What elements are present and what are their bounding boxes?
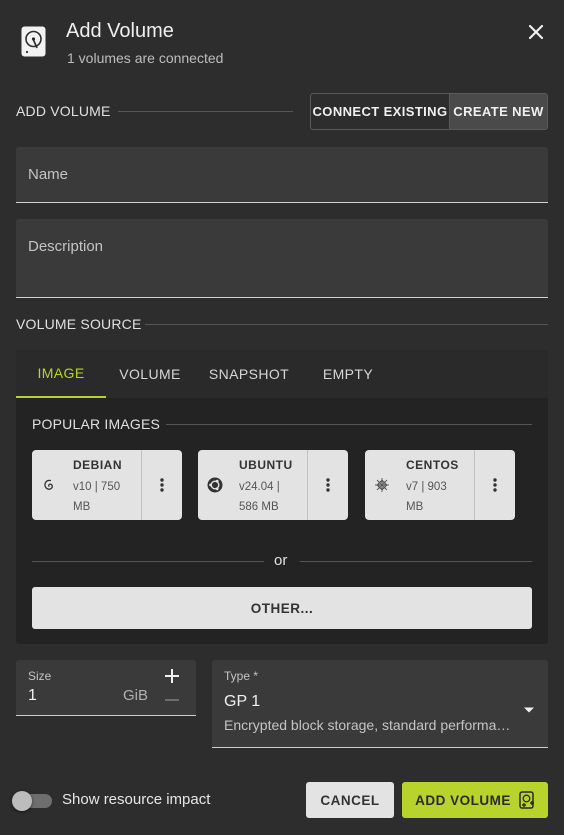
divider [32,561,264,562]
size-unit: GiB [123,687,149,704]
image-meta-line2: 586 MB [239,501,279,513]
plus-icon [165,669,179,683]
hard-disk-icon [21,26,46,57]
image-meta: v24.04 | 586 MB [239,477,303,517]
type-description: Encrypted block storage, standard perfor… [224,717,511,733]
tab-volume[interactable]: VOLUME [106,350,194,398]
image-card-debian[interactable]: DEBIAN v10 | 750 MB [32,450,182,520]
tab-empty[interactable]: EMPTY [304,350,392,398]
image-meta: v7 | 903 MB [406,477,470,517]
add-volume-label: ADD VOLUME [415,792,511,808]
image-name: UBUNTU [239,458,293,472]
image-meta: v10 | 750 MB [73,477,137,517]
image-meta-line1: v24.04 | [239,481,280,493]
toggle-knob[interactable] [12,791,32,811]
image-meta-line2: MB [73,501,91,513]
description-placeholder: Description [28,238,104,255]
divider [300,561,532,562]
tab-image[interactable]: IMAGE [16,350,106,398]
caret-down-icon [523,701,535,713]
more-options-button[interactable] [475,450,515,520]
type-value: GP 1 [224,693,261,710]
add-disk-icon [519,791,535,809]
description-field[interactable]: Description [16,219,548,298]
increment-button[interactable] [163,667,181,685]
close-icon [528,24,544,40]
type-label: Type * [224,669,259,683]
centos-flower-icon [374,477,390,493]
resource-impact-label: Show resource impact [62,791,211,808]
image-name: CENTOS [406,458,459,472]
divider [118,111,293,112]
dialog-subtitle: 1 volumes are connected [67,50,224,66]
minus-icon [165,699,179,701]
size-label: Size [28,669,52,683]
image-meta-line1: v7 | 903 [406,481,447,493]
decrement-button[interactable] [163,691,181,709]
ubuntu-circle-icon [207,477,223,493]
mode-toggle-group: CONNECT EXISTING CREATE NEW [310,93,548,130]
volume-source-panel: IMAGE VOLUME SNAPSHOT EMPTY POPULAR IMAG… [16,350,548,644]
add-volume-button[interactable]: ADD VOLUME [402,782,548,818]
popular-images-label: POPULAR IMAGES [32,416,161,432]
close-button[interactable] [522,18,550,46]
source-tabs: IMAGE VOLUME SNAPSHOT EMPTY [16,350,548,398]
connect-existing-button[interactable]: CONNECT EXISTING [311,94,450,129]
image-card-centos[interactable]: CENTOS v7 | 903 MB [365,450,515,520]
size-field: Size 1 GiB [16,660,196,716]
kebab-menu-icon [326,478,330,492]
type-select[interactable]: Type * GP 1 Encrypted block storage, sta… [212,660,548,748]
more-options-button[interactable] [142,450,182,520]
add-volume-label: ADD VOLUME [16,103,111,119]
kebab-menu-icon [160,478,164,492]
image-card-ubuntu[interactable]: UBUNTU v24.04 | 586 MB [198,450,348,520]
tab-snapshot[interactable]: SNAPSHOT [194,350,304,398]
other-image-button[interactable]: OTHER... [32,587,532,629]
image-name: DEBIAN [73,458,123,472]
divider [145,324,548,325]
more-options-button[interactable] [308,450,348,520]
cancel-button[interactable]: CANCEL [306,782,394,818]
image-meta-line1: v10 | 750 [73,481,121,493]
size-input[interactable]: 1 [28,687,37,705]
divider [166,424,532,425]
kebab-menu-icon [493,478,497,492]
dialog-title: Add Volume [66,20,174,42]
name-field[interactable]: Name [16,147,548,203]
volume-source-label: VOLUME SOURCE [16,316,142,332]
create-new-button[interactable]: CREATE NEW [450,94,547,129]
image-meta-line2: MB [406,501,424,513]
debian-swirl-icon [41,477,57,493]
or-separator-text: or [274,552,288,569]
name-placeholder: Name [28,166,69,183]
